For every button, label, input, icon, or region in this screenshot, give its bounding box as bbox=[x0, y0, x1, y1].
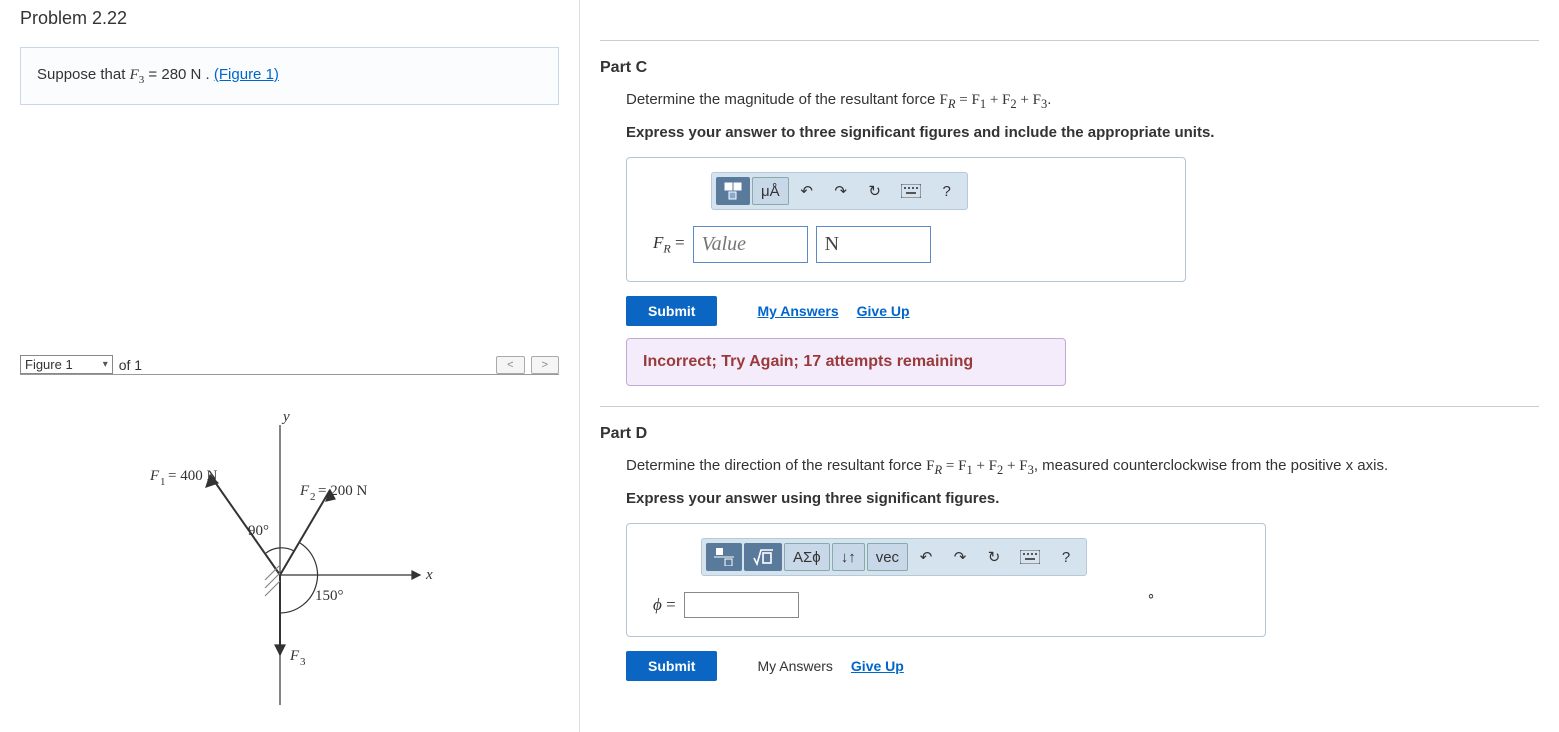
part-c-submit-button[interactable]: Submit bbox=[626, 296, 717, 326]
svg-text:2: 2 bbox=[310, 491, 316, 503]
part-c-units-input[interactable] bbox=[816, 226, 931, 263]
reset-icon[interactable]: ↻ bbox=[859, 177, 891, 205]
updown-icon[interactable]: ↓↑ bbox=[832, 543, 865, 571]
figure-link[interactable]: (Figure 1) bbox=[214, 66, 279, 83]
figure-nav: Figure 1 ▾ of 1 < > bbox=[20, 355, 559, 375]
f3-symbol: F3 bbox=[130, 67, 145, 83]
help-icon[interactable]: ? bbox=[931, 177, 963, 205]
undo-icon[interactable]: ↶ bbox=[791, 177, 823, 205]
part-d-answer-box: ΑΣϕ ↓↑ vec ↶ ↷ ↻ ? ϕ = ∘ bbox=[626, 523, 1266, 637]
vec-icon[interactable]: vec bbox=[867, 543, 908, 571]
help-icon[interactable]: ? bbox=[1050, 543, 1082, 571]
part-c-instruction: Express your answer to three significant… bbox=[626, 124, 1539, 141]
part-c-my-answers-link[interactable]: My Answers bbox=[757, 303, 838, 319]
problem-title: Problem 2.22 bbox=[20, 8, 559, 29]
part-d-toolbar: ΑΣϕ ↓↑ vec ↶ ↷ ↻ ? bbox=[701, 538, 1087, 576]
part-c-input-row: FR = bbox=[653, 226, 1169, 263]
part-d-my-answers-link[interactable]: My Answers bbox=[757, 658, 832, 674]
svg-text:x: x bbox=[425, 567, 433, 583]
figure-prev-button[interactable]: < bbox=[496, 356, 524, 374]
figure-next-button[interactable]: > bbox=[531, 356, 559, 374]
part-c-give-up-link[interactable]: Give Up bbox=[857, 303, 910, 319]
problem-statement: Suppose that F3 = 280 N . (Figure 1) bbox=[20, 47, 559, 105]
part-c-answer-box: μÅ ↶ ↷ ↻ ? FR = bbox=[626, 157, 1186, 282]
svg-text:= 200 N: = 200 N bbox=[318, 483, 367, 499]
svg-text:y: y bbox=[281, 409, 290, 425]
figure-count: of 1 bbox=[119, 357, 142, 373]
root-icon[interactable] bbox=[744, 543, 782, 571]
part-c-toolbar: μÅ ↶ ↷ ↻ ? bbox=[711, 172, 968, 210]
part-c: Part C Determine the magnitude of the re… bbox=[600, 59, 1539, 386]
svg-text:1: 1 bbox=[160, 476, 166, 488]
part-c-prompt: Determine the magnitude of the resultant… bbox=[626, 91, 1539, 112]
svg-text:F: F bbox=[299, 483, 310, 499]
part-d-give-up-link[interactable]: Give Up bbox=[851, 658, 904, 674]
reset-icon[interactable]: ↻ bbox=[978, 543, 1010, 571]
keyboard-icon[interactable] bbox=[893, 177, 929, 205]
part-c-title: Part C bbox=[600, 59, 1539, 77]
templates-icon[interactable] bbox=[716, 177, 750, 205]
svg-text:F: F bbox=[149, 468, 160, 484]
svg-text:= 400 N: = 400 N bbox=[168, 468, 217, 484]
part-d-input-row: ϕ = ∘ bbox=[653, 592, 1249, 618]
part-c-value-input[interactable] bbox=[693, 226, 808, 263]
suppose-text: Suppose that bbox=[37, 66, 130, 83]
degree-symbol: ∘ bbox=[1147, 587, 1156, 604]
part-d-submit-button[interactable]: Submit bbox=[626, 651, 717, 681]
units-icon[interactable]: μÅ bbox=[752, 177, 789, 205]
keyboard-icon[interactable] bbox=[1012, 543, 1048, 571]
part-d-lhs: ϕ = bbox=[653, 595, 676, 615]
undo-icon[interactable]: ↶ bbox=[910, 543, 942, 571]
svg-text:150°: 150° bbox=[315, 588, 344, 604]
part-c-lhs: FR = bbox=[653, 233, 685, 256]
svg-text:90°: 90° bbox=[248, 523, 269, 539]
part-c-actions: Submit My Answers Give Up bbox=[626, 296, 1539, 326]
part-d-prompt: Determine the direction of the resultant… bbox=[626, 457, 1539, 478]
part-c-feedback: Incorrect; Try Again; 17 attempts remain… bbox=[626, 338, 1066, 386]
part-d: Part D Determine the direction of the re… bbox=[600, 425, 1539, 681]
right-panel: Part C Determine the magnitude of the re… bbox=[580, 0, 1559, 732]
fraction-icon[interactable] bbox=[706, 543, 742, 571]
part-c-equation: FR = F1 + F2 + F3 bbox=[940, 92, 1048, 108]
part-d-title: Part D bbox=[600, 425, 1539, 443]
figure-diagram: y x F1 = 400 N F2 = 200 N F3 90° 150° bbox=[20, 395, 559, 715]
redo-icon[interactable]: ↷ bbox=[944, 543, 976, 571]
svg-text:3: 3 bbox=[300, 656, 306, 668]
redo-icon[interactable]: ↷ bbox=[825, 177, 857, 205]
part-d-actions: Submit My Answers Give Up bbox=[626, 651, 1539, 681]
chevron-down-icon: ▾ bbox=[103, 359, 108, 370]
part-d-value-input[interactable] bbox=[684, 592, 799, 618]
f3-value: = 280 N . bbox=[148, 66, 213, 83]
svg-text:F: F bbox=[289, 648, 300, 664]
part-d-equation: FR = F1 + F2 + F3 bbox=[926, 458, 1034, 474]
figure-select[interactable]: Figure 1 ▾ bbox=[20, 355, 113, 374]
part-d-instruction: Express your answer using three signific… bbox=[626, 490, 1539, 507]
greek-icon[interactable]: ΑΣϕ bbox=[784, 543, 830, 571]
left-panel: Problem 2.22 Suppose that F3 = 280 N . (… bbox=[0, 0, 580, 732]
